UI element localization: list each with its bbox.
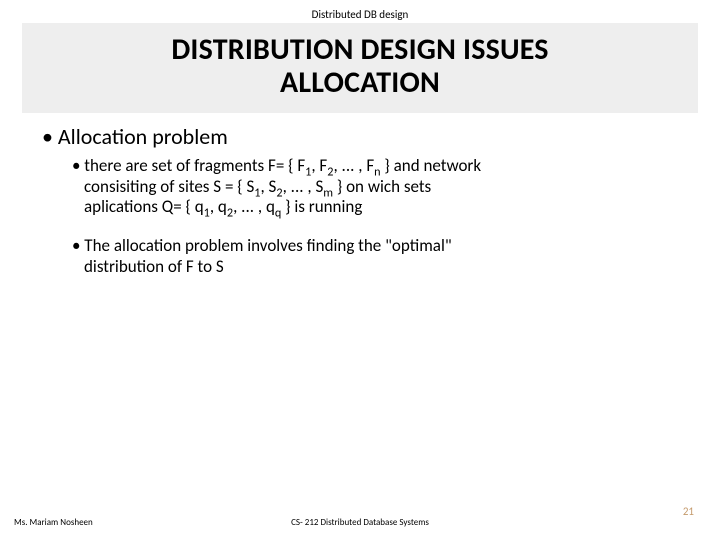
bullet-l2-optimal: • The allocation problem involves findin…: [72, 236, 684, 277]
footer-author: Ms. Mariam Nosheen: [14, 517, 93, 528]
text: • there are set of fragments F= { F: [72, 155, 305, 176]
text: aplications Q= { q: [84, 196, 204, 217]
text: , S: [260, 176, 276, 197]
title-bar: DISTRIBUTION DESIGN ISSUES ALLOCATION: [22, 23, 698, 113]
text: • The allocation problem involves findin…: [72, 235, 452, 256]
footer-course: CS- 212 Distributed Database Systems: [291, 517, 429, 528]
text: distribution of F to S: [84, 257, 684, 278]
text: , F: [311, 155, 327, 176]
slide-title: DISTRIBUTION DESIGN ISSUES ALLOCATION: [22, 33, 698, 99]
text: , ... , S: [283, 176, 324, 197]
title-line2: ALLOCATION: [280, 64, 440, 101]
header-label: Distributed DB design: [0, 0, 720, 23]
text: } and network: [381, 155, 482, 176]
text: } on wich sets: [333, 176, 431, 197]
text: consisiting of sites S = { S: [84, 176, 254, 197]
text: , q: [210, 196, 227, 217]
title-line1: DISTRIBUTION DESIGN ISSUES: [171, 31, 548, 68]
text: , ... , F: [333, 155, 374, 176]
page-number: 21: [683, 505, 694, 518]
text: , ... , q: [233, 196, 275, 217]
bullet-l2-fragments: • there are set of fragments F= { F1, F2…: [72, 156, 684, 218]
bullet-l1: • Allocation problem: [42, 123, 694, 150]
text: } is running: [281, 196, 362, 217]
content-area: • Allocation problem • there are set of …: [0, 113, 720, 278]
